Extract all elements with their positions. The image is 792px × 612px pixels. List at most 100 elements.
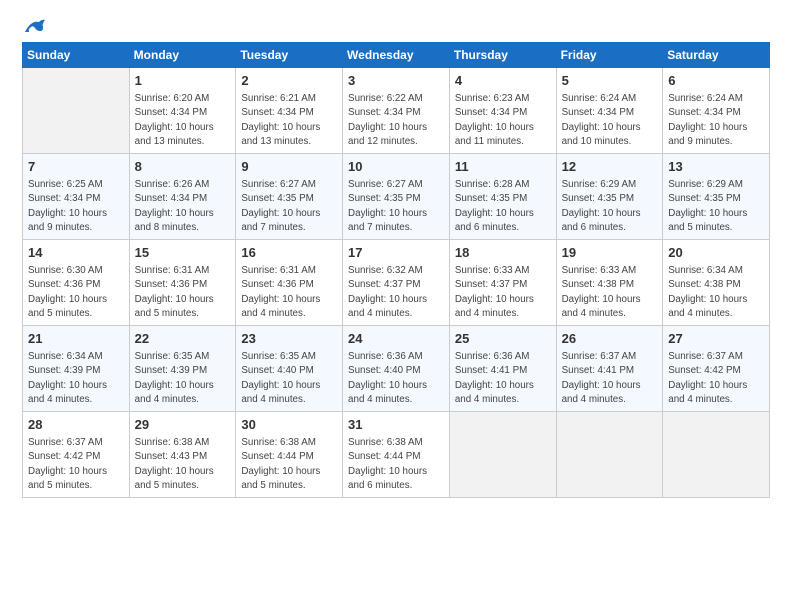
day-info: Sunrise: 6:37 AMSunset: 4:41 PMDaylight:… xyxy=(562,350,658,407)
day-info: Sunrise: 6:35 AMSunset: 4:40 PMDaylight:… xyxy=(241,350,337,407)
day-number: 27 xyxy=(668,330,764,348)
day-info: Sunrise: 6:37 AMSunset: 4:42 PMDaylight:… xyxy=(28,436,124,493)
day-number: 1 xyxy=(135,72,231,90)
day-number: 12 xyxy=(562,158,658,176)
calendar-cell: 11 Sunrise: 6:28 AMSunset: 4:35 PMDayligh… xyxy=(449,154,556,240)
week-row-3: 14 Sunrise: 6:30 AMSunset: 4:36 PMDayligh… xyxy=(23,240,770,326)
day-number: 15 xyxy=(135,244,231,262)
day-info: Sunrise: 6:34 AMSunset: 4:39 PMDaylight:… xyxy=(28,350,124,407)
calendar-cell xyxy=(663,412,770,498)
calendar-cell: 14 Sunrise: 6:30 AMSunset: 4:36 PMDayligh… xyxy=(23,240,130,326)
day-number: 3 xyxy=(348,72,444,90)
day-number: 18 xyxy=(455,244,551,262)
day-number: 5 xyxy=(562,72,658,90)
day-number: 22 xyxy=(135,330,231,348)
day-info: Sunrise: 6:23 AMSunset: 4:34 PMDaylight:… xyxy=(455,92,551,149)
day-number: 23 xyxy=(241,330,337,348)
calendar-cell: 30 Sunrise: 6:38 AMSunset: 4:44 PMDayligh… xyxy=(236,412,343,498)
day-info: Sunrise: 6:33 AMSunset: 4:38 PMDaylight:… xyxy=(562,264,658,321)
column-header-tuesday: Tuesday xyxy=(236,43,343,68)
calendar-cell: 20 Sunrise: 6:34 AMSunset: 4:38 PMDayligh… xyxy=(663,240,770,326)
calendar-cell: 5 Sunrise: 6:24 AMSunset: 4:34 PMDaylight… xyxy=(556,68,663,154)
calendar-cell: 25Sunrise: 6:36 AMSunset: 4:41 PMDayligh… xyxy=(449,326,556,412)
day-info: Sunrise: 6:24 AMSunset: 4:34 PMDaylight:… xyxy=(562,92,658,149)
day-number: 19 xyxy=(562,244,658,262)
calendar-cell: 21 Sunrise: 6:34 AMSunset: 4:39 PMDayligh… xyxy=(23,326,130,412)
logo xyxy=(22,18,45,36)
column-header-saturday: Saturday xyxy=(663,43,770,68)
calendar-cell: 16Sunrise: 6:31 AMSunset: 4:36 PMDayligh… xyxy=(236,240,343,326)
day-info: Sunrise: 6:22 AMSunset: 4:34 PMDaylight:… xyxy=(348,92,444,149)
calendar-cell: 17Sunrise: 6:32 AMSunset: 4:37 PMDayligh… xyxy=(343,240,450,326)
day-number: 14 xyxy=(28,244,124,262)
day-number: 20 xyxy=(668,244,764,262)
calendar-cell: 7 Sunrise: 6:25 AMSunset: 4:34 PMDaylight… xyxy=(23,154,130,240)
day-info: Sunrise: 6:38 AMSunset: 4:44 PMDaylight:… xyxy=(241,436,337,493)
day-number: 21 xyxy=(28,330,124,348)
day-number: 28 xyxy=(28,416,124,434)
day-info: Sunrise: 6:20 AMSunset: 4:34 PMDaylight:… xyxy=(135,92,231,149)
calendar-cell xyxy=(449,412,556,498)
day-number: 29 xyxy=(135,416,231,434)
day-number: 9 xyxy=(241,158,337,176)
day-number: 11 xyxy=(455,158,551,176)
day-number: 24 xyxy=(348,330,444,348)
day-number: 13 xyxy=(668,158,764,176)
day-number: 7 xyxy=(28,158,124,176)
day-info: Sunrise: 6:31 AMSunset: 4:36 PMDaylight:… xyxy=(135,264,231,321)
day-info: Sunrise: 6:27 AMSunset: 4:35 PMDaylight:… xyxy=(348,178,444,235)
day-info: Sunrise: 6:38 AMSunset: 4:43 PMDaylight:… xyxy=(135,436,231,493)
day-info: Sunrise: 6:34 AMSunset: 4:38 PMDaylight:… xyxy=(668,264,764,321)
column-header-wednesday: Wednesday xyxy=(343,43,450,68)
day-number: 26 xyxy=(562,330,658,348)
day-number: 2 xyxy=(241,72,337,90)
day-number: 31 xyxy=(348,416,444,434)
week-row-2: 7 Sunrise: 6:25 AMSunset: 4:34 PMDaylight… xyxy=(23,154,770,240)
day-number: 16 xyxy=(241,244,337,262)
calendar-cell: 28 Sunrise: 6:37 AMSunset: 4:42 PMDayligh… xyxy=(23,412,130,498)
calendar-cell: 4 Sunrise: 6:23 AMSunset: 4:34 PMDaylight… xyxy=(449,68,556,154)
calendar-cell: 31 Sunrise: 6:38 AMSunset: 4:44 PMDayligh… xyxy=(343,412,450,498)
calendar-cell: 22 Sunrise: 6:35 AMSunset: 4:39 PMDayligh… xyxy=(129,326,236,412)
calendar-cell: 10 Sunrise: 6:27 AMSunset: 4:35 PMDayligh… xyxy=(343,154,450,240)
column-header-thursday: Thursday xyxy=(449,43,556,68)
week-row-5: 28 Sunrise: 6:37 AMSunset: 4:42 PMDayligh… xyxy=(23,412,770,498)
calendar-cell: 24 Sunrise: 6:36 AMSunset: 4:40 PMDayligh… xyxy=(343,326,450,412)
day-number: 30 xyxy=(241,416,337,434)
day-info: Sunrise: 6:36 AMSunset: 4:40 PMDaylight:… xyxy=(348,350,444,407)
calendar-cell xyxy=(23,68,130,154)
day-info: Sunrise: 6:25 AMSunset: 4:34 PMDaylight:… xyxy=(28,178,124,235)
day-info: Sunrise: 6:24 AMSunset: 4:34 PMDaylight:… xyxy=(668,92,764,149)
calendar-cell: 15 Sunrise: 6:31 AMSunset: 4:36 PMDayligh… xyxy=(129,240,236,326)
calendar-cell: 9 Sunrise: 6:27 AMSunset: 4:35 PMDaylight… xyxy=(236,154,343,240)
page: SundayMondayTuesdayWednesdayThursdayFrid… xyxy=(0,0,792,612)
calendar-cell: 12 Sunrise: 6:29 AMSunset: 4:35 PMDayligh… xyxy=(556,154,663,240)
day-info: Sunrise: 6:38 AMSunset: 4:44 PMDaylight:… xyxy=(348,436,444,493)
calendar-cell: 3 Sunrise: 6:22 AMSunset: 4:34 PMDaylight… xyxy=(343,68,450,154)
calendar-cell: 27 Sunrise: 6:37 AMSunset: 4:42 PMDayligh… xyxy=(663,326,770,412)
day-info: Sunrise: 6:35 AMSunset: 4:39 PMDaylight:… xyxy=(135,350,231,407)
day-info: Sunrise: 6:30 AMSunset: 4:36 PMDaylight:… xyxy=(28,264,124,321)
day-info: Sunrise: 6:27 AMSunset: 4:35 PMDaylight:… xyxy=(241,178,337,235)
day-number: 4 xyxy=(455,72,551,90)
logo-bird-icon xyxy=(23,18,45,36)
day-number: 8 xyxy=(135,158,231,176)
day-info: Sunrise: 6:33 AMSunset: 4:37 PMDaylight:… xyxy=(455,264,551,321)
calendar-cell: 6 Sunrise: 6:24 AMSunset: 4:34 PMDaylight… xyxy=(663,68,770,154)
day-number: 6 xyxy=(668,72,764,90)
week-row-4: 21 Sunrise: 6:34 AMSunset: 4:39 PMDayligh… xyxy=(23,326,770,412)
calendar-cell: 19 Sunrise: 6:33 AMSunset: 4:38 PMDayligh… xyxy=(556,240,663,326)
calendar-table: SundayMondayTuesdayWednesdayThursdayFrid… xyxy=(22,42,770,498)
day-info: Sunrise: 6:29 AMSunset: 4:35 PMDaylight:… xyxy=(562,178,658,235)
day-info: Sunrise: 6:37 AMSunset: 4:42 PMDaylight:… xyxy=(668,350,764,407)
day-number: 10 xyxy=(348,158,444,176)
column-header-sunday: Sunday xyxy=(23,43,130,68)
calendar-cell: 29 Sunrise: 6:38 AMSunset: 4:43 PMDayligh… xyxy=(129,412,236,498)
header-row: SundayMondayTuesdayWednesdayThursdayFrid… xyxy=(23,43,770,68)
calendar-cell: 1 Sunrise: 6:20 AMSunset: 4:34 PMDaylight… xyxy=(129,68,236,154)
calendar-cell xyxy=(556,412,663,498)
header xyxy=(22,18,770,36)
day-info: Sunrise: 6:28 AMSunset: 4:35 PMDaylight:… xyxy=(455,178,551,235)
day-info: Sunrise: 6:32 AMSunset: 4:37 PMDaylight:… xyxy=(348,264,444,321)
calendar-cell: 8Sunrise: 6:26 AMSunset: 4:34 PMDaylight… xyxy=(129,154,236,240)
